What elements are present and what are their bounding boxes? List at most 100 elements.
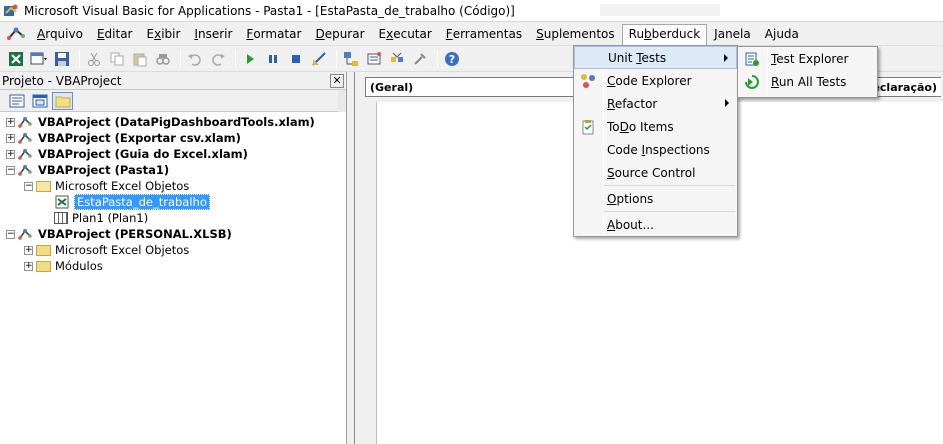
menu-suplementos[interactable]: Suplementos bbox=[529, 24, 622, 45]
insert-userform-icon[interactable] bbox=[29, 50, 49, 68]
menu-item-unit-tests[interactable]: Unit Tests bbox=[574, 46, 737, 69]
window-title: Microsoft Visual Basic for Applications … bbox=[24, 3, 515, 18]
redo-icon[interactable] bbox=[208, 50, 228, 68]
menu-executar[interactable]: Ex ecutar bbox=[372, 24, 439, 45]
worksheet-icon bbox=[54, 212, 68, 224]
menu-item-source-control[interactable]: Source Control bbox=[574, 161, 737, 184]
vba-project-icon bbox=[18, 227, 34, 241]
tree-node-label: EstaPasta_de_trabalho bbox=[74, 194, 210, 210]
menu-item-label: Refactor bbox=[607, 96, 658, 111]
menu-icon-slot bbox=[574, 213, 602, 236]
collapse-icon[interactable]: − bbox=[6, 165, 15, 175]
help-icon[interactable]: ? bbox=[442, 50, 462, 68]
tree-node-label: Microsoft Excel Objetos bbox=[55, 243, 190, 257]
menu-item-code-explorer[interactable]: Code Explorer bbox=[574, 69, 737, 92]
vba-project-icon bbox=[18, 131, 34, 145]
rubberduck-menu: Unit Tests Code Explorer Refactor ToDo Item… bbox=[573, 45, 738, 237]
tree-node-label: VBAProject (Guia do Excel.xlam) bbox=[38, 147, 248, 161]
procedure-combo[interactable]: (Declaração) bbox=[867, 77, 941, 97]
tree-node[interactable]: − VBAProject (PERSONAL.XLSB) bbox=[0, 226, 346, 242]
title-bar-blank bbox=[600, 4, 720, 16]
tree-node[interactable]: − VBAProject (Pasta1) bbox=[0, 162, 346, 178]
vba-project-icon bbox=[18, 163, 34, 177]
view-excel-icon[interactable] bbox=[6, 50, 26, 68]
design-mode-icon[interactable] bbox=[309, 50, 329, 68]
menu-inserir[interactable]: Inserir bbox=[187, 24, 239, 45]
properties-window-icon[interactable] bbox=[364, 50, 384, 68]
menu-separator bbox=[604, 211, 735, 212]
code-explorer-icon bbox=[574, 69, 602, 92]
menu-ferramentas[interactable]: Ferramentas bbox=[439, 24, 529, 45]
save-icon[interactable] bbox=[52, 50, 72, 68]
break-icon[interactable] bbox=[263, 50, 283, 68]
paste-icon[interactable] bbox=[130, 50, 150, 68]
menu-depurar[interactable]: Depurar bbox=[308, 24, 371, 45]
expand-icon[interactable]: + bbox=[6, 117, 15, 127]
menu-formatar[interactable]: Formatar bbox=[239, 24, 308, 45]
menu-item-test-explorer[interactable]: Test Explorer bbox=[738, 47, 877, 70]
expand-icon[interactable]: + bbox=[24, 261, 33, 271]
menu-item-label: Code Explorer bbox=[607, 73, 692, 88]
toggle-folders-icon[interactable] bbox=[52, 91, 73, 110]
menu-item-code-inspections[interactable]: Code Inspections bbox=[574, 138, 737, 161]
tree-node[interactable]: Plan1 (Plan1) bbox=[0, 210, 346, 226]
project-explorer-icon[interactable] bbox=[341, 50, 361, 68]
expand-icon[interactable]: + bbox=[6, 133, 15, 143]
open-folder-icon bbox=[36, 180, 51, 192]
tree-node[interactable]: + Microsoft Excel Objetos bbox=[0, 242, 346, 258]
object-browser-icon[interactable] bbox=[387, 50, 407, 68]
close-project-pane-button[interactable]: ✕ bbox=[330, 74, 344, 88]
menu-item-label: About... bbox=[607, 217, 654, 232]
menu-item-run-all-tests[interactable]: Run All Tests bbox=[738, 70, 877, 93]
project-pane-scrollbar[interactable] bbox=[338, 90, 346, 112]
svg-text:?: ? bbox=[449, 53, 455, 66]
tree-node[interactable]: + Módulos bbox=[0, 258, 346, 274]
menu-ajuda[interactable]: Aj uda bbox=[758, 24, 806, 45]
project-explorer-pane: Projeto - VBAProject ✕ + VBAProject (Data… bbox=[0, 72, 347, 444]
menu-item-about[interactable]: About... bbox=[574, 213, 737, 236]
unit-tests-submenu: Test Explorer Run All Tests bbox=[737, 46, 878, 98]
undo-icon[interactable] bbox=[185, 50, 205, 68]
menu-item-refactor[interactable]: Refactor bbox=[574, 92, 737, 115]
expand-icon[interactable]: + bbox=[24, 245, 33, 255]
rubberduck-menu-items: Unit Tests Code Explorer Refactor ToDo Item… bbox=[574, 46, 737, 236]
reset-icon[interactable] bbox=[286, 50, 306, 68]
toolbar-separator bbox=[235, 50, 236, 68]
menu-janela[interactable]: Janela bbox=[707, 24, 758, 45]
menu-item-options[interactable]: Options bbox=[574, 187, 737, 210]
toolbox-icon[interactable] bbox=[410, 50, 430, 68]
menu-item-todo-items[interactable]: ToDo Items bbox=[574, 115, 737, 138]
expand-icon[interactable]: + bbox=[6, 149, 15, 159]
object-combo[interactable]: (Geral) bbox=[365, 77, 580, 97]
view-object-icon[interactable] bbox=[29, 92, 50, 110]
tree-node[interactable]: + VBAProject (DataPigDashboardTools.xlam) bbox=[0, 114, 346, 130]
collapse-icon[interactable]: − bbox=[6, 229, 15, 239]
toolbar-separator bbox=[336, 50, 337, 68]
menu-icon-slot bbox=[574, 187, 602, 210]
todo-icon bbox=[574, 115, 602, 138]
tree-node[interactable]: − Microsoft Excel Objetos bbox=[0, 178, 346, 194]
run-icon[interactable] bbox=[240, 50, 260, 68]
cut-icon[interactable] bbox=[84, 50, 104, 68]
toolbar-separator bbox=[79, 50, 80, 68]
tree-node-label: VBAProject (DataPigDashboardTools.xlam) bbox=[38, 115, 315, 129]
menu-exibir[interactable]: Ex ibir bbox=[140, 24, 188, 45]
vba-menu-icon[interactable] bbox=[6, 24, 28, 44]
tree-node[interactable]: + VBAProject (Guia do Excel.xlam) bbox=[0, 146, 346, 162]
menu-icon-slot bbox=[574, 138, 602, 161]
toolbar-separator bbox=[180, 50, 181, 68]
tree-node[interactable]: EstaPasta_de_trabalho bbox=[0, 194, 346, 210]
tree-node-label: VBAProject (PERSONAL.XLSB) bbox=[38, 227, 232, 241]
copy-icon[interactable] bbox=[107, 50, 127, 68]
menu-icon-slot bbox=[574, 161, 602, 184]
view-code-icon[interactable] bbox=[6, 92, 27, 110]
menu-arquivo[interactable]: Arquivo bbox=[30, 24, 90, 45]
menu-rubberduck[interactable]: Ru b berduck bbox=[621, 23, 708, 45]
menu-editar[interactable]: Editar bbox=[90, 24, 140, 45]
find-icon[interactable] bbox=[153, 50, 173, 68]
tree-node[interactable]: + VBAProject (Exportar csv.xlam) bbox=[0, 130, 346, 146]
tree-node-label: Módulos bbox=[55, 259, 103, 273]
menu-item-label: Run All Tests bbox=[771, 74, 847, 89]
collapse-icon[interactable]: − bbox=[24, 181, 33, 191]
menu-item-label: ToDo Items bbox=[607, 119, 674, 134]
